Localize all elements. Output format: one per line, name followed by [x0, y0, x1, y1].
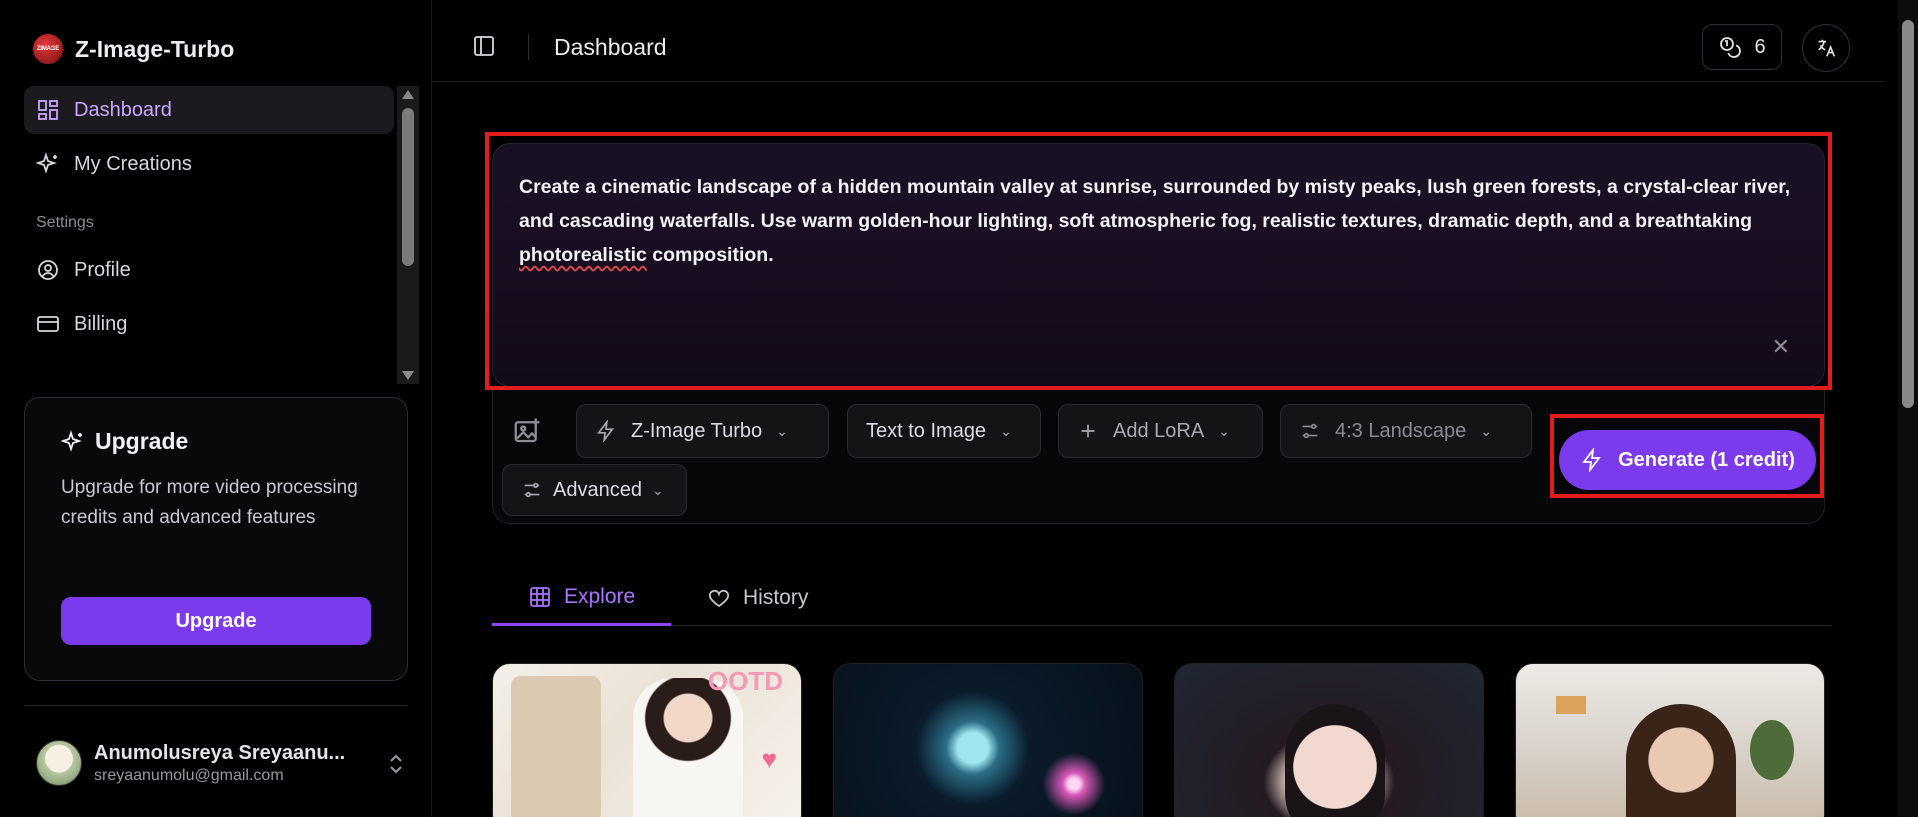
- coins-icon: [1720, 37, 1742, 58]
- sidebar-scrollbar[interactable]: [397, 86, 419, 384]
- tab-explore[interactable]: Explore: [492, 570, 672, 626]
- language-button[interactable]: [1802, 24, 1850, 72]
- prompt-misspelled-word: photorealistic: [519, 244, 647, 266]
- avatar: [36, 740, 82, 786]
- user-circle-icon: [38, 260, 58, 280]
- firework-image: [1034, 744, 1114, 817]
- credits-badge[interactable]: 6: [1702, 24, 1782, 70]
- upgrade-card: Upgrade Upgrade for more video processin…: [24, 397, 408, 681]
- explore-gallery: OOTD ♥: [492, 663, 1832, 817]
- page-title: Dashboard: [554, 34, 667, 60]
- plus-icon: [1081, 424, 1095, 438]
- image-upload-icon[interactable]: [512, 416, 542, 446]
- topbar: Dashboard 6: [432, 0, 1884, 82]
- ootd-text: OOTD: [707, 666, 783, 696]
- sidebar-nav: Dashboard My Creations Settings Profile …: [24, 86, 394, 386]
- page-scrollbar-thumb[interactable]: [1902, 20, 1914, 408]
- advanced-settings-button[interactable]: Advanced ⌄: [502, 464, 687, 516]
- sidebar-item-billing[interactable]: Billing: [24, 300, 394, 348]
- aspect-ratio-select[interactable]: 4:3 Landscape ⌄: [1280, 404, 1532, 458]
- scroll-down-arrow-icon[interactable]: [402, 371, 414, 380]
- gallery-card-fireworks[interactable]: [833, 663, 1143, 817]
- chevron-down-icon: ⌄: [1480, 422, 1492, 439]
- prompt-input[interactable]: Create a cinematic landscape of a hidden…: [492, 143, 1825, 387]
- heart-sticker-icon: ♥: [761, 744, 777, 774]
- sliders-icon: [524, 482, 540, 498]
- chevron-down-icon: ⌄: [1218, 422, 1230, 439]
- upgrade-title: Upgrade: [61, 428, 371, 455]
- dashboard-icon: [38, 100, 58, 120]
- sidebar-toggle-icon[interactable]: [472, 34, 496, 58]
- add-lora-select[interactable]: Add LoRA ⌄: [1058, 404, 1263, 458]
- user-name: Anumolusreya Sreyaanu...: [94, 741, 346, 764]
- add-lora-label: Add LoRA: [1113, 419, 1205, 442]
- user-menu[interactable]: Anumolusreya Sreyaanu... sreyaanumolu@gm…: [36, 740, 406, 786]
- upgrade-description: Upgrade for more video processing credit…: [61, 477, 358, 528]
- model-select-value: Z-Image Turbo: [631, 419, 763, 442]
- mode-select[interactable]: Text to Image ⌄: [847, 404, 1041, 458]
- app-root: ZIMAGE Z-Image-Turbo Dashboard My Creati…: [0, 0, 1918, 817]
- brand-logo: ZIMAGE: [33, 34, 63, 64]
- grid-icon: [530, 586, 550, 607]
- chevron-down-icon: ⌄: [1000, 422, 1012, 439]
- upgrade-title-text: Upgrade: [95, 428, 189, 454]
- aspect-ratio-value: 4:3 Landscape: [1335, 419, 1467, 442]
- brand-name: Z-Image-Turbo: [75, 35, 235, 62]
- clear-prompt-icon[interactable]: ✕: [1772, 334, 1790, 360]
- user-email: sreyaanumolu@gmail.com: [94, 766, 284, 784]
- zap-icon: [1582, 448, 1601, 472]
- chevron-down-icon: ⌄: [776, 422, 788, 439]
- tab-history[interactable]: History: [707, 570, 808, 626]
- scroll-up-arrow-icon[interactable]: [402, 90, 414, 99]
- chevrons-up-down-icon[interactable]: [386, 752, 406, 776]
- model-select[interactable]: Z-Image Turbo ⌄: [576, 404, 829, 458]
- scrollbar-thumb[interactable]: [402, 108, 414, 266]
- sidebar-divider: [24, 705, 408, 706]
- sparkles-icon: [36, 152, 57, 174]
- mode-select-value: Text to Image: [866, 419, 987, 442]
- sidebar-item-label: My Creations: [74, 152, 192, 175]
- tab-label: History: [743, 586, 809, 609]
- prompt-text-part: composition.: [646, 244, 774, 266]
- credits-count: 6: [1754, 35, 1766, 58]
- gallery-card-cafe[interactable]: [1515, 663, 1825, 817]
- portrait-image: [1285, 704, 1385, 817]
- advanced-label: Advanced: [553, 478, 642, 501]
- zap-icon: [597, 420, 615, 442]
- coat-image: [511, 676, 601, 817]
- translate-icon: [1818, 39, 1836, 57]
- sidebar-item-profile[interactable]: Profile: [24, 246, 394, 294]
- sidebar: ZIMAGE Z-Image-Turbo Dashboard My Creati…: [0, 0, 432, 817]
- brand[interactable]: ZIMAGE Z-Image-Turbo: [33, 34, 234, 64]
- heart-icon: [708, 589, 730, 608]
- credit-card-icon: [37, 316, 59, 332]
- gallery-tabs: Explore History: [492, 570, 1832, 626]
- model-image: [633, 678, 743, 817]
- cafe-portrait-image: [1626, 704, 1736, 817]
- gallery-card-portrait[interactable]: [1174, 663, 1484, 817]
- generate-label: Generate (1 credit): [1618, 448, 1795, 471]
- gallery-card-fashion[interactable]: OOTD ♥: [492, 663, 802, 817]
- sidebar-item-label: Dashboard: [74, 98, 172, 121]
- sidebar-item-label: Profile: [74, 258, 131, 281]
- sidebar-item-label: Billing: [74, 312, 128, 335]
- settings-section-label: Settings: [36, 214, 94, 231]
- sidebar-item-my-creations[interactable]: My Creations: [24, 140, 394, 188]
- chevron-down-icon: ⌄: [651, 481, 664, 498]
- page-scrollbar[interactable]: [1898, 0, 1918, 817]
- prompt-text-part: Create a cinematic landscape of a hidden…: [519, 176, 1791, 232]
- sidebar-item-dashboard[interactable]: Dashboard: [24, 86, 394, 134]
- prompt-text[interactable]: Create a cinematic landscape of a hidden…: [519, 170, 1798, 272]
- upgrade-button[interactable]: Upgrade: [61, 597, 371, 645]
- lamp-image: [1556, 664, 1586, 714]
- user-info: Anumolusreya Sreyaanu... sreyaanumolu@gm…: [94, 742, 345, 785]
- generate-button[interactable]: Generate (1 credit): [1559, 430, 1816, 490]
- sparkles-icon: [61, 429, 82, 452]
- sliders-icon: [1302, 423, 1318, 439]
- header-divider: [528, 34, 529, 60]
- plant-image: [1750, 720, 1794, 780]
- tab-label: Explore: [564, 584, 636, 608]
